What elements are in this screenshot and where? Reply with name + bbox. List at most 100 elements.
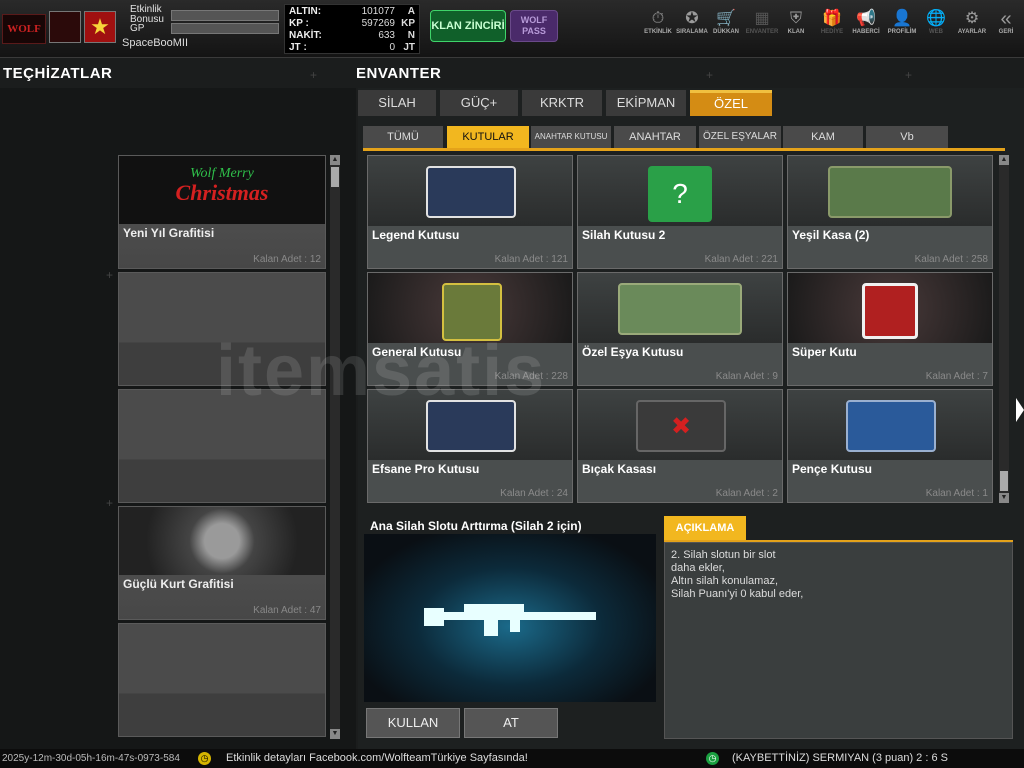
item-name: Güçlü Kurt Grafitisi [123, 577, 234, 591]
item-qty: Kalan Adet : 1 [925, 488, 988, 499]
box-icon [442, 283, 502, 341]
inventory-scrollbar[interactable]: ▲ ▼ [999, 155, 1009, 503]
megaphone-icon: 📢 [856, 10, 876, 27]
gp-label: GP [130, 23, 145, 34]
menu-geri[interactable]: «GERİ [986, 9, 1024, 44]
description-line: daha ekler, [671, 562, 725, 574]
subtab-anahtar-kutusu[interactable]: ANAHTAR KUTUSU [531, 126, 611, 148]
box-icon [618, 283, 742, 335]
equipment-slot-empty[interactable] [118, 389, 326, 503]
item-qty: Kalan Adet : 121 [494, 254, 568, 265]
cart-icon: 🛒 [716, 10, 736, 27]
klan-zinciri-button[interactable]: KLAN ZİNCİRİ [430, 10, 506, 42]
item-card[interactable]: Efsane Pro Kutusu Kalan Adet : 24 [367, 389, 573, 503]
item-name: Süper Kutu [792, 345, 857, 359]
menu-web[interactable]: 🌐 WEB [916, 10, 956, 44]
item-qty: Kalan Adet : 24 [500, 488, 568, 499]
rank-badge: ★ [84, 11, 116, 43]
ticker-text: Etkinlik detayları Facebook.com/Wolfteam… [226, 752, 528, 764]
item-image [368, 390, 572, 460]
timestamp: 2025y-12m-30d-05h-16m-47s-0973-584 [2, 753, 180, 764]
item-card[interactable]: Legend Kutusu Kalan Adet : 121 [367, 155, 573, 269]
scroll-down-icon[interactable]: ▼ [330, 729, 340, 739]
subtab-kutular[interactable]: KUTULAR [447, 126, 529, 148]
gp-bar [171, 23, 279, 34]
box-icon: ✖ [636, 400, 726, 452]
shield-icon: ⛨ [789, 10, 802, 27]
currency-row: KP :597269 KP [289, 18, 415, 29]
box-icon: ? [648, 166, 712, 222]
scroll-up-icon[interactable]: ▲ [999, 155, 1009, 165]
item-card[interactable]: ✖ Bıçak Kasası Kalan Adet : 2 [577, 389, 783, 503]
description-line: Altın silah konulamaz, [671, 575, 778, 587]
item-image [788, 156, 992, 226]
currency-row: ALTIN: 101077 A [289, 6, 415, 17]
currency-row: NAKİT: 633 N [289, 30, 415, 41]
mouse-cursor-icon [1016, 398, 1024, 422]
description-line: Silah Puanı'yi 0 kabul eder, [671, 588, 804, 600]
equipment-title: TEÇHİZATLAR [3, 65, 113, 82]
item-name: General Kutusu [372, 345, 462, 359]
equipment-slot[interactable]: Güçlü Kurt Grafitisi Kalan Adet : 47 [118, 506, 326, 620]
description-line: 2. Silah slotun bir slot [671, 549, 776, 561]
item-card[interactable]: Süper Kutu Kalan Adet : 7 [787, 272, 993, 386]
subtab-tumu[interactable]: TÜMÜ [363, 126, 443, 148]
item-name: Silah Kutusu 2 [582, 228, 666, 242]
inventory-title: ENVANTER [356, 65, 442, 82]
menu-dukkan[interactable]: 🛒 DÜKKAN [706, 10, 746, 44]
item-qty: Kalan Adet : 2 [715, 488, 778, 499]
item-qty: Kalan Adet : 9 [715, 371, 778, 382]
currency-panel: ALTIN: 101077 A KP :597269 KP NAKİT: 633 N JT… [284, 4, 420, 54]
rifle-icon [424, 604, 596, 636]
status-bar: 2025y-12m-30d-05h-16m-47s-0973-584 ◷ Etk… [0, 749, 1024, 768]
item-qty: Kalan Adet : 7 [925, 371, 988, 382]
event-bonus-label: Etkinlik Bonusu [130, 4, 164, 25]
drop-button[interactable]: AT [464, 708, 558, 738]
scroll-thumb[interactable] [1000, 471, 1008, 491]
box-icon [862, 283, 918, 339]
box-icon [828, 166, 952, 218]
event-bonus-bar [171, 10, 279, 21]
box-icon [846, 400, 936, 452]
equipment-slot-empty[interactable] [118, 623, 326, 737]
subtab-ozel-esyalar[interactable]: ÖZEL EŞYALAR [699, 126, 781, 148]
use-button[interactable]: KULLAN [366, 708, 460, 738]
item-image [368, 273, 572, 343]
subtab-kam[interactable]: KAM [783, 126, 863, 148]
item-qty: Kalan Adet : 228 [494, 371, 568, 382]
wolf-pass-button[interactable]: WOLF PASS [510, 10, 558, 42]
tab-ekipman[interactable]: EKİPMAN [606, 90, 686, 116]
equipment-slot-empty[interactable] [118, 272, 326, 386]
item-image [368, 156, 572, 226]
menu-klan[interactable]: ⛨ KLAN [776, 10, 816, 44]
player-name: SpaceBooMII [122, 37, 189, 49]
item-card[interactable]: Pençe Kutusu Kalan Adet : 1 [787, 389, 993, 503]
subtab-anahtar[interactable]: ANAHTAR [614, 126, 696, 148]
tab-guc[interactable]: GÜÇ+ [440, 90, 518, 116]
item-card[interactable]: Özel Eşya Kutusu Kalan Adet : 9 [577, 272, 783, 386]
item-name: Legend Kutusu [372, 228, 460, 242]
wolf-graffiti-image [119, 507, 325, 575]
tab-silah[interactable]: SİLAH [358, 90, 436, 116]
scroll-thumb[interactable] [331, 167, 339, 187]
tab-krktr[interactable]: KRKTR [522, 90, 602, 116]
description-tab[interactable]: AÇIKLAMA [664, 516, 746, 540]
clock-icon: ◷ [706, 752, 719, 765]
item-card[interactable]: General Kutusu Kalan Adet : 228 [367, 272, 573, 386]
item-card[interactable]: Yeşil Kasa (2) Kalan Adet : 258 [787, 155, 993, 269]
scroll-down-icon[interactable]: ▼ [999, 493, 1009, 503]
subtab-vb[interactable]: Vb [866, 126, 948, 148]
equipment-scrollbar[interactable]: ▲ ▼ [330, 155, 340, 739]
match-result: (KAYBETTİNİZ) SERMIYAN (3 puan) 2 : 6 S [732, 752, 948, 764]
top-bar: WOLF ★ Etkinlik Bonusu GP SpaceBooMII AL… [0, 0, 1024, 58]
description-box: 2. Silah slotun bir slot daha ekler, Alt… [664, 542, 1013, 739]
scroll-up-icon[interactable]: ▲ [330, 155, 340, 165]
star-icon: ★ [90, 14, 110, 39]
equipment-slot[interactable]: Wolf Merry Christmas Yeni Yıl Grafitisi … [118, 155, 326, 269]
item-card[interactable]: ? Silah Kutusu 2 Kalan Adet : 221 [577, 155, 783, 269]
subtab-underline [363, 148, 1005, 151]
menu-haberci[interactable]: 📢 HABERCİ [846, 10, 886, 44]
item-name: Pençe Kutusu [792, 462, 873, 476]
tab-ozel[interactable]: ÖZEL [690, 90, 772, 116]
item-name: Yeni Yıl Grafitisi [123, 226, 215, 240]
